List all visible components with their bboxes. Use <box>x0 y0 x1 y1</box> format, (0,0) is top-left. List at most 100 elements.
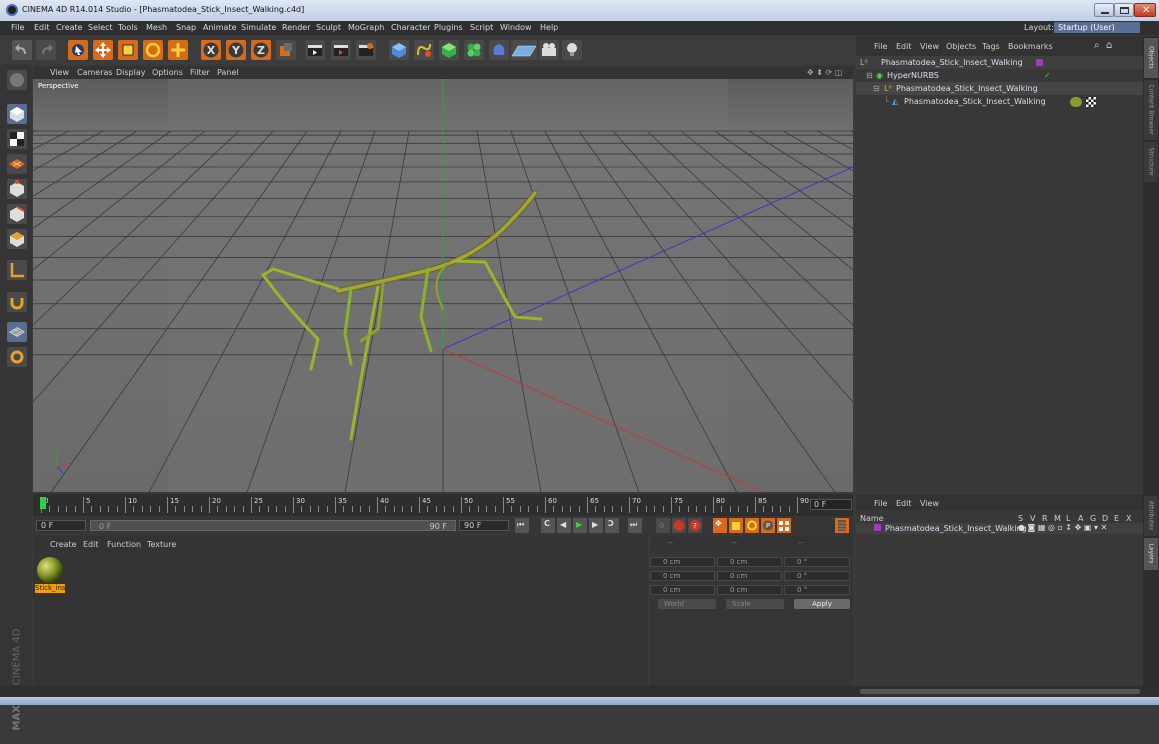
enabled-check-icon[interactable]: ✓ <box>1044 71 1051 80</box>
go-to-start-icon[interactable]: ⏮ <box>515 518 529 533</box>
viewport-menu-display[interactable]: Display <box>116 68 146 77</box>
world-coordinate-icon[interactable] <box>276 40 296 60</box>
menu-script[interactable]: Script <box>470 23 493 32</box>
workplane-icon[interactable] <box>7 154 27 174</box>
expand-icon[interactable]: ⊟ <box>873 84 880 93</box>
minimize-button[interactable] <box>1094 3 1114 17</box>
layer-row[interactable]: Phasmatodea_Stick_Insect_Walking ● ◙ ▦ ◎… <box>856 523 1143 534</box>
layer-menu-edit[interactable]: Edit <box>896 499 912 508</box>
search-icon[interactable]: ⌕ <box>1094 40 1100 51</box>
menu-sculpt[interactable]: Sculpt <box>316 23 341 32</box>
menu-render[interactable]: Render <box>282 23 310 32</box>
home-icon[interactable]: ⌂ <box>1106 40 1112 51</box>
layer-flags-icons[interactable]: ● ◙ ▦ ◎ ▫ ↕ ✥ ▣ ▾ ✕ <box>1018 523 1107 532</box>
layer-color-swatch[interactable] <box>874 524 881 531</box>
play-icon[interactable]: ▶ <box>573 518 587 533</box>
render-view-icon[interactable] <box>305 40 325 60</box>
size-y-field[interactable]: 0 cm <box>717 571 782 581</box>
object-menu-tags[interactable]: Tags <box>982 42 1000 51</box>
menu-window[interactable]: Window <box>500 23 532 32</box>
pos-x-field[interactable]: 0 cm <box>650 557 715 567</box>
deformer-icon[interactable] <box>489 40 509 60</box>
viewport-nav-icons[interactable]: ✥ ⬍ ⟳ ◫ <box>807 68 842 77</box>
pos-y-field[interactable]: 0 cm <box>650 571 715 581</box>
timeline-ruler[interactable]: 0 5 10 15 20 25 30 35 40 45 50 55 60 65 70 75 80 85 90 0 F <box>33 494 853 516</box>
previous-key-icon[interactable]: C <box>541 518 555 533</box>
material-menu-function[interactable]: Function <box>107 540 141 549</box>
key-rotation-icon[interactable] <box>745 518 759 533</box>
layer-menu-view[interactable]: View <box>920 499 939 508</box>
create-object-icon[interactable] <box>168 40 188 60</box>
axis-mode-icon[interactable] <box>7 260 27 280</box>
viewport-menu-panel[interactable]: Panel <box>217 68 239 77</box>
rot-b-field[interactable]: 0 ° <box>784 585 850 595</box>
object-menu-view[interactable]: View <box>920 42 939 51</box>
size-z-field[interactable]: 0 cm <box>717 585 782 595</box>
make-editable-icon[interactable] <box>7 70 27 90</box>
quantize-icon[interactable] <box>7 322 27 342</box>
uvw-tag-icon[interactable] <box>1086 97 1096 107</box>
end-frame-field[interactable]: 90 F <box>459 520 509 531</box>
material-menu-edit[interactable]: Edit <box>83 540 99 549</box>
render-picture-viewer-icon[interactable] <box>331 40 351 60</box>
menu-edit[interactable]: Edit <box>34 23 50 32</box>
scale-icon[interactable] <box>118 40 138 60</box>
texture-mode-icon[interactable] <box>7 129 27 149</box>
menu-create[interactable]: Create <box>56 23 83 32</box>
menu-mograph[interactable]: MoGraph <box>348 23 384 32</box>
rot-h-field[interactable]: 0 ° <box>784 557 850 567</box>
menu-character[interactable]: Character <box>391 23 431 32</box>
frame-range-slider[interactable]: 0 F 90 F <box>90 520 456 531</box>
autokeying-icon[interactable] <box>672 518 686 533</box>
current-frame-field[interactable]: 0 F <box>810 499 852 510</box>
menu-tools[interactable]: Tools <box>118 23 138 32</box>
tab-layers[interactable]: Layers <box>1144 538 1158 570</box>
start-frame-field[interactable]: 0 F <box>36 520 86 531</box>
key-position-icon[interactable]: ✥ <box>713 518 727 533</box>
rot-p-field[interactable]: 0 ° <box>784 571 850 581</box>
expand-icon[interactable]: ⊟ <box>866 71 873 80</box>
go-to-end-icon[interactable]: ⏭ <box>628 518 642 533</box>
material-menu-texture[interactable]: Texture <box>147 540 176 549</box>
floor-icon[interactable] <box>511 40 537 60</box>
keyframe-selection-icon[interactable]: ? <box>688 518 702 533</box>
menu-snap[interactable]: Snap <box>176 23 196 32</box>
timeline-window-icon[interactable] <box>835 518 849 533</box>
z-axis-icon[interactable]: Z <box>251 40 271 60</box>
tab-attributes[interactable]: Attributes <box>1144 496 1158 536</box>
tab-structure[interactable]: Structure <box>1144 142 1158 182</box>
menu-plugins[interactable]: Plugins <box>434 23 463 32</box>
sculpt-icon[interactable] <box>7 347 27 367</box>
live-selection-icon[interactable] <box>68 40 88 60</box>
coordinate-scale-select[interactable]: Scale <box>726 599 784 609</box>
coordinate-mode-select[interactable]: World <box>658 599 716 609</box>
key-scale-icon[interactable] <box>729 518 743 533</box>
viewport-menu-options[interactable]: Options <box>152 68 183 77</box>
tab-content-browser[interactable]: Content Browser <box>1144 80 1158 140</box>
menu-simulate[interactable]: Simulate <box>241 23 276 32</box>
x-axis-icon[interactable]: X <box>201 40 221 60</box>
snap-icon[interactable] <box>7 292 27 312</box>
array-icon[interactable] <box>464 40 484 60</box>
layer-menu-file[interactable]: File <box>874 499 887 508</box>
horizontal-scrollbar[interactable] <box>860 689 1140 694</box>
menu-file[interactable]: File <box>11 23 24 32</box>
object-menu-file[interactable]: File <box>874 42 887 51</box>
apply-button[interactable]: Apply <box>794 599 850 609</box>
viewport-menu-cameras[interactable]: Cameras <box>77 68 113 77</box>
record-keys-icon[interactable]: ⦸ <box>656 518 670 533</box>
maximize-button[interactable] <box>1114 3 1134 17</box>
material-name[interactable]: Stick_ins <box>35 584 65 593</box>
tab-objects[interactable]: Objects <box>1144 38 1158 78</box>
object-menu-objects[interactable]: Objects <box>946 42 976 51</box>
camera-icon[interactable] <box>539 40 559 60</box>
menu-help[interactable]: Help <box>540 23 558 32</box>
undo-icon[interactable] <box>12 40 32 60</box>
close-button[interactable]: ✕ <box>1134 3 1156 17</box>
light-icon[interactable] <box>562 40 582 60</box>
viewport-menu-filter[interactable]: Filter <box>190 68 210 77</box>
points-mode-icon[interactable] <box>7 179 27 199</box>
key-parameter-icon[interactable]: P <box>761 518 775 533</box>
layout-select[interactable]: Startup (User) <box>1054 22 1140 33</box>
material-tag-icon[interactable] <box>1070 97 1082 107</box>
